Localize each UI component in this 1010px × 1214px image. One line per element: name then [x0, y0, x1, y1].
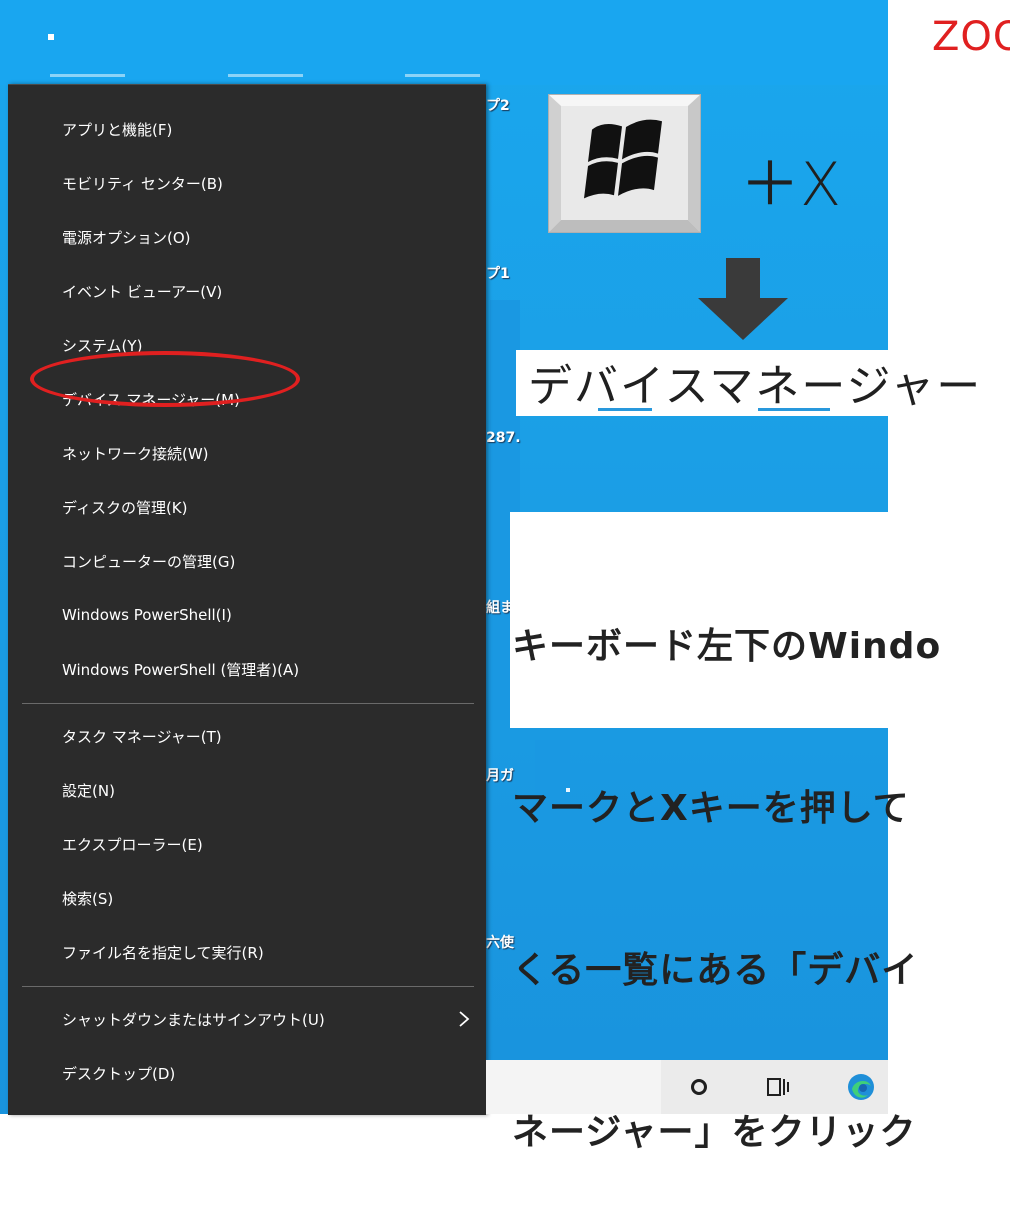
desktop-icon-label-line: [228, 74, 303, 77]
menu-item-mobility-center[interactable]: モビリティ センター(B): [8, 156, 486, 210]
menu-item-explorer[interactable]: エクスプローラー(E): [8, 817, 486, 871]
desktop-icon-label[interactable]: 六使: [486, 932, 514, 952]
windows-logo-icon: [548, 94, 701, 233]
desktop-icon-label[interactable]: 287.: [486, 430, 521, 446]
menu-item-network-connections[interactable]: ネットワーク接続(W): [8, 426, 486, 480]
menu-item-disk-management[interactable]: ディスクの管理(K): [8, 480, 486, 534]
desktop-icon-label-line: [50, 74, 125, 77]
desktop-icon-label-line: [405, 74, 480, 77]
instruction-text: キーボード左下のWindo マークとXキーを押して くる一覧にある「デバイ ネー…: [512, 512, 1010, 1214]
menu-item-event-viewer[interactable]: イベント ビューアー(V): [8, 264, 486, 318]
menu-separator: [22, 703, 474, 704]
menu-item-computer-management[interactable]: コンピューターの管理(G): [8, 534, 486, 588]
menu-item-run[interactable]: ファイル名を指定して実行(R): [8, 925, 486, 979]
menu-item-powershell[interactable]: Windows PowerShell(I): [8, 588, 486, 642]
menu-item-shutdown-signout[interactable]: シャットダウンまたはサインアウト(U): [8, 992, 486, 1046]
desktop-icon-label[interactable]: 月ガ: [486, 765, 514, 785]
desktop-icon-label[interactable]: プ1: [486, 263, 510, 283]
menu-item-task-manager[interactable]: タスク マネージャー(T): [8, 709, 486, 763]
label-underline: [758, 408, 830, 411]
desktop-icon-dot: [48, 34, 54, 40]
instruction-line: マークとXキーを押して: [512, 788, 910, 829]
highlight-ellipse: [30, 351, 300, 407]
desktop-icon-label[interactable]: プ2: [486, 95, 510, 115]
instruction-line: くる一覧にある「デバイ: [512, 950, 919, 991]
chevron-right-icon: [459, 1011, 470, 1027]
menu-item-desktop[interactable]: デスクトップ(D): [8, 1046, 486, 1100]
menu-item-power-options[interactable]: 電源オプション(O): [8, 210, 486, 264]
label-underline: [598, 408, 652, 411]
instruction-line: キーボード左下のWindo: [512, 626, 942, 667]
down-arrow-icon: [698, 258, 788, 340]
winx-context-menu: アプリと機能(F) モビリティ センター(B) 電源オプション(O) イベント …: [8, 84, 486, 1115]
instruction-line: ネージャー」をクリック: [512, 1112, 917, 1153]
menu-separator: [22, 986, 474, 987]
desktop-top-strip: [0, 0, 888, 85]
menu-item-settings[interactable]: 設定(N): [8, 763, 486, 817]
device-manager-label: デバイスマネージャー: [528, 361, 983, 412]
key-combo-label: ＋X: [740, 150, 842, 220]
menu-item-search[interactable]: 検索(S): [8, 871, 486, 925]
menu-item-apps-features[interactable]: アプリと機能(F): [8, 102, 486, 156]
zoom-label: ZOO: [932, 14, 1010, 60]
menu-item-powershell-admin[interactable]: Windows PowerShell (管理者)(A): [8, 642, 486, 696]
